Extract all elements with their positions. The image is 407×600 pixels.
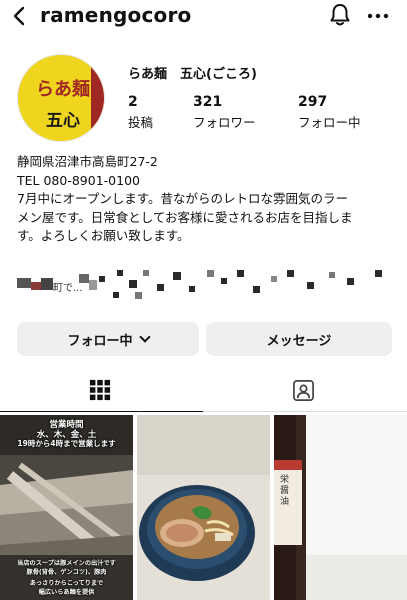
following-button[interactable]: フォロー中 xyxy=(17,322,199,356)
avatar-text-line2: 五心 xyxy=(46,111,80,131)
bio-phone[interactable]: TEL 080-8901-0100 xyxy=(17,172,397,191)
more-horizontal-icon[interactable] xyxy=(366,2,390,28)
bio-text-line: 7月中にオープンします。昔ながらのレトロな雰囲気のラー xyxy=(17,191,348,207)
tab-tagged[interactable] xyxy=(203,368,407,412)
post2-photo xyxy=(137,415,270,600)
tab-posts-grid[interactable] xyxy=(0,368,203,412)
display-name: らあ麺 五心(ごころ) xyxy=(128,67,257,82)
message-button-label: メッセージ xyxy=(266,333,332,349)
profile-avatar[interactable]: らあ麺 五心 xyxy=(17,54,105,142)
stat-followers[interactable]: 321 フォロワー xyxy=(193,94,256,131)
stat-posts-count: 2 xyxy=(128,94,138,110)
chevron-left-icon[interactable] xyxy=(8,4,32,28)
chevron-down-icon xyxy=(138,331,151,343)
post3-photo xyxy=(274,415,407,600)
stat-followers-count: 321 xyxy=(193,94,223,110)
avatar-red-stripe xyxy=(91,55,104,141)
avatar-text-line1: らあ麺 xyxy=(36,79,90,100)
profile-bio: 静岡県沼津市高島町27-2 TEL 080-8901-0100 7月中にオープン… xyxy=(17,153,397,246)
stat-following-label: フォロー中 xyxy=(298,115,361,130)
stat-posts[interactable]: 2 投稿 xyxy=(128,94,153,131)
bio-text-line: メン屋です。日常食としてお客様に愛されるお店を目指しま xyxy=(17,209,353,225)
stat-following[interactable]: 297 フォロー中 xyxy=(298,94,361,131)
following-button-label: フォロー中 xyxy=(67,333,133,349)
redacted-mosaic: 町で... xyxy=(17,268,395,302)
bell-icon[interactable] xyxy=(327,2,353,28)
post-thumbnail-ramen[interactable] xyxy=(137,415,270,600)
stat-following-count: 297 xyxy=(298,94,328,110)
post1-time: 19時から4時まで営業します xyxy=(17,439,116,448)
tagged-person-icon xyxy=(293,380,314,401)
message-button[interactable]: メッセージ xyxy=(206,322,392,356)
post1-soup-line: 幅広いらあ麺を提供 xyxy=(38,589,95,596)
profile-username: ramengocoro xyxy=(40,3,192,27)
grid-icon xyxy=(89,379,111,401)
bio-address: 静岡県沼津市高島町27-2 xyxy=(17,154,158,169)
post-thumbnail-soy-sauce[interactable]: 栄 醤 油 xyxy=(274,415,407,600)
stat-posts-label: 投稿 xyxy=(128,115,154,130)
profile-tabs xyxy=(0,368,407,412)
top-bar: ramengocoro xyxy=(0,0,407,34)
post-thumbnail-hours[interactable]: 営業時間 水、木、金、土 19時から4時まで営業します 当店のスープは豚メインの… xyxy=(0,415,133,600)
post3-label-text: 栄 醤 油 xyxy=(280,475,290,507)
post1-soup-line: 豚骨(背骨、ゲンコツ)、豚肉 xyxy=(26,569,107,576)
post1-soup-line: 当店のスープは豚メインの出汁です xyxy=(17,560,116,567)
bio-text-line: す。よろしくお願い致します。 xyxy=(17,228,190,244)
stat-followers-label: フォロワー xyxy=(193,115,256,130)
post1-soup-line: あっさりからこってりまで xyxy=(29,580,104,587)
